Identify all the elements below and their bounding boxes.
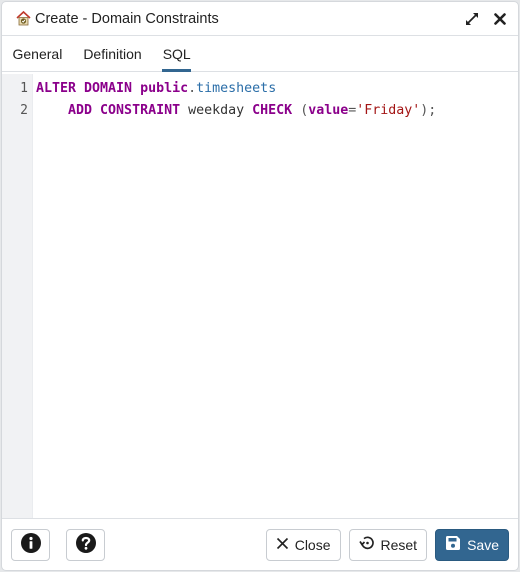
line-number-gutter: 1 2 [2, 74, 33, 518]
save-button[interactable]: Save [435, 528, 509, 561]
code-token-plain: weekday [188, 103, 253, 118]
tab-label: SQL [162, 45, 191, 62]
info-button[interactable] [11, 528, 50, 561]
reset-label: Reset [380, 536, 418, 553]
sql-editor[interactable]: 1 2 ALTER DOMAIN public.timesheets ADD C… [2, 74, 518, 518]
reset-icon [358, 535, 375, 554]
tab-bar: General Definition SQL [2, 36, 518, 72]
dialog-title: Create - Domain Constraints [35, 10, 219, 27]
code-token-kw: value [308, 103, 349, 118]
close-icon[interactable] [492, 11, 508, 27]
info-icon [20, 532, 42, 557]
code-token-kw: CHECK [252, 103, 293, 118]
tab-general[interactable]: General [2, 36, 73, 71]
close-button[interactable]: Close [265, 528, 341, 561]
code-token-punc: . [188, 81, 197, 96]
tab-label: General [12, 45, 63, 62]
tab-label: Definition [83, 45, 142, 62]
code-token-punc: ); [420, 103, 437, 118]
dialog-titlebar[interactable]: Create - Domain Constraints [2, 2, 518, 36]
help-button[interactable] [66, 528, 105, 561]
code-area[interactable]: ALTER DOMAIN public.timesheets ADD CONST… [33, 74, 518, 518]
tab-definition[interactable]: Definition [73, 36, 152, 71]
code-token-kw: ALTER DOMAIN [36, 81, 141, 96]
code-token-var: timesheets [196, 81, 277, 96]
x-icon [276, 537, 289, 553]
code-token-kw: public [140, 81, 189, 96]
save-icon [445, 535, 461, 554]
code-line: ADD CONSTRAINT weekday CHECK (value='Fri… [36, 100, 518, 122]
line-number: 2 [20, 103, 28, 118]
create-domain-constraints-dialog: Create - Domain Constraints General Defi… [1, 1, 519, 571]
expand-icon[interactable] [464, 11, 480, 27]
tab-sql[interactable]: SQL [152, 36, 201, 72]
code-token-punc: ( [292, 103, 309, 118]
code-line: ALTER DOMAIN public.timesheets [36, 78, 518, 100]
code-token-str: 'Friday' [356, 103, 421, 118]
close-label: Close [294, 536, 331, 553]
dialog-footer: Close Reset Save [2, 518, 518, 570]
reset-button[interactable]: Reset [348, 528, 428, 561]
help-icon [75, 532, 97, 557]
save-label: Save [467, 536, 499, 553]
line-number: 1 [20, 81, 28, 96]
code-token-kw: ADD CONSTRAINT [36, 103, 189, 118]
domain-constraint-icon [15, 10, 32, 27]
